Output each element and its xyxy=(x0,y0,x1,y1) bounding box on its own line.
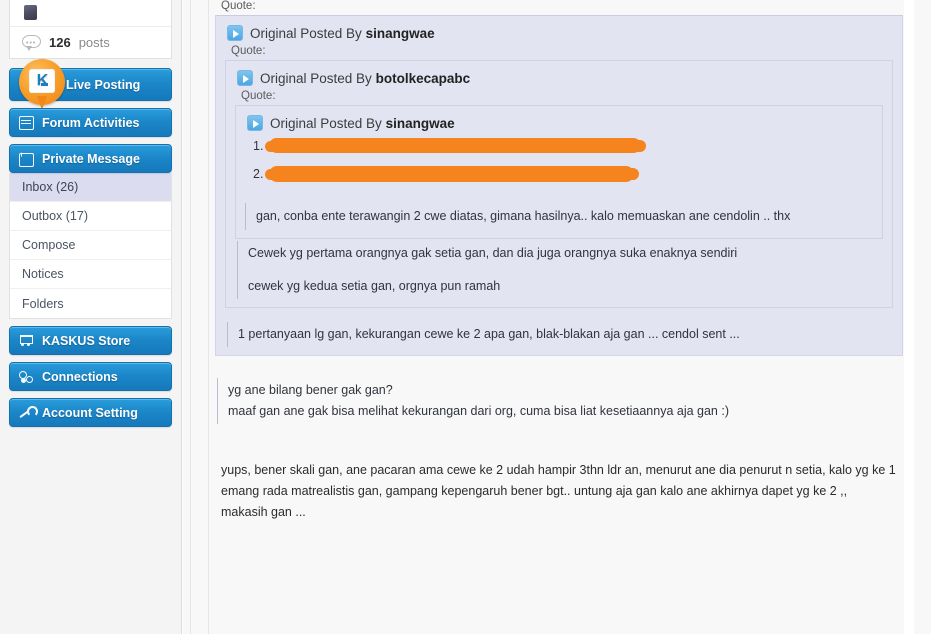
quote-level-1: Original Posted By sinangwae Quote: Orig… xyxy=(215,15,903,356)
submenu-item-compose[interactable]: Compose xyxy=(10,231,171,260)
list-item: 2. xyxy=(253,165,873,193)
quote-attribution: Original Posted By sinangwae xyxy=(250,26,435,41)
quote-author[interactable]: sinangwae xyxy=(366,26,435,41)
sidebar-item-label: Private Message xyxy=(42,151,140,166)
post-body: Quote: Original Posted By sinangwae Quot… xyxy=(215,0,903,634)
sidebar-item-label: Account Setting xyxy=(42,405,138,420)
avatar xyxy=(24,5,37,20)
submenu-item-label: Inbox (26) xyxy=(22,180,79,194)
paragraph: Cewek yg pertama orangnya gak setia gan,… xyxy=(248,246,738,260)
redacted-link-list: 1. 2. xyxy=(245,137,873,193)
quote-arrow-icon xyxy=(227,25,243,41)
content-area: Quote: Original Posted By sinangwae Quot… xyxy=(183,0,931,634)
column-divider xyxy=(904,0,914,634)
posts-label: posts xyxy=(78,35,110,50)
sidebar-item-label: KASKUS Store xyxy=(42,333,131,348)
sidebar-item-private-message[interactable]: Private Message xyxy=(9,144,172,173)
list-item: 1. xyxy=(253,137,873,165)
quote-attribution: Original Posted By botolkecapabc xyxy=(260,71,470,86)
list-number: 1. xyxy=(253,139,264,153)
column-divider xyxy=(190,0,191,634)
speech-bubble-icon: ••• xyxy=(22,35,41,51)
column-divider xyxy=(208,0,209,634)
paragraph: cewek yg kedua setia gan, orgnya pun ram… xyxy=(248,279,501,293)
cart-icon xyxy=(19,334,34,348)
wrench-icon xyxy=(19,405,38,420)
quote-prefix: Original Posted By xyxy=(260,70,372,86)
quote-level-2: Original Posted By botolkecapabc Quote: … xyxy=(225,60,893,308)
quote-level-3: Original Posted By sinangwae 1. 2. gan, … xyxy=(235,105,883,239)
quote-level-3-text: gan, conba ente terawangin 2 cwe diatas,… xyxy=(245,203,873,230)
sidebar: ••• 126 posts K Live Posting Forum Activ… xyxy=(0,0,182,634)
posts-row: ••• 126 posts xyxy=(10,27,171,58)
quote-arrow-icon xyxy=(237,70,253,86)
paragraph: maaf gan ane gak bisa melihat kekurangan… xyxy=(228,404,729,418)
quote-arrow-icon xyxy=(247,115,263,131)
sidebar-item-label: Forum Activities xyxy=(42,115,140,130)
page-root: ••• 126 posts K Live Posting Forum Activ… xyxy=(0,0,931,634)
submenu-item-label: Folders xyxy=(22,296,64,311)
quote-label: Quote: xyxy=(221,0,256,12)
calendar-icon xyxy=(19,115,34,130)
envelope-icon xyxy=(19,152,34,167)
connections-icon xyxy=(19,370,34,384)
submenu-item-folders[interactable]: Folders xyxy=(10,289,171,318)
quote-author[interactable]: sinangwae xyxy=(386,116,455,131)
quote-attribution: Original Posted By sinangwae xyxy=(270,116,455,131)
reply-post-text: yups, bener skali gan, ane pacaran ama c… xyxy=(221,463,896,519)
quote-level-1-text: 1 pertanyaan lg gan, kekurangan cewe ke … xyxy=(227,322,893,347)
sidebar-item-kaskus-store[interactable]: KASKUS Store xyxy=(9,326,172,355)
posts-count: 126 xyxy=(49,35,71,50)
quote-header: Original Posted By botolkecapabc xyxy=(235,68,883,90)
kaskus-pin-icon: K xyxy=(19,59,65,111)
sidebar-item-connections[interactable]: Connections xyxy=(9,362,172,391)
avatar-strip xyxy=(10,0,171,27)
sidebar-item-forum-activities[interactable]: Forum Activities xyxy=(9,108,172,137)
private-message-submenu: Inbox (26) Outbox (17) Compose Notices F… xyxy=(9,173,172,319)
quote-header: Original Posted By sinangwae xyxy=(245,113,873,135)
redaction-mark xyxy=(265,138,646,153)
quote-label: Quote: xyxy=(241,90,276,102)
quote-level-2-text: Cewek yg pertama orangnya gak setia gan,… xyxy=(237,241,883,299)
list-number: 2. xyxy=(253,167,264,181)
submenu-item-outbox[interactable]: Outbox (17) xyxy=(10,202,171,231)
quote-header: Original Posted By sinangwae xyxy=(225,23,893,45)
quote-author[interactable]: botolkecapabc xyxy=(376,71,471,86)
redaction-mark xyxy=(265,166,639,182)
submenu-item-label: Compose xyxy=(22,238,76,252)
quote-label: Quote: xyxy=(231,45,266,57)
sidebar-item-label: Live Posting xyxy=(66,77,141,92)
outer-quote-text: yg ane bilang bener gak gan? maaf gan an… xyxy=(217,378,903,424)
sidebar-item-label: Connections xyxy=(42,369,118,384)
submenu-item-label: Notices xyxy=(22,267,64,281)
submenu-item-label: Outbox (17) xyxy=(22,209,89,223)
sidebar-item-live-posting[interactable]: K Live Posting xyxy=(9,59,172,110)
paragraph: yg ane bilang bener gak gan? xyxy=(228,383,393,397)
quote-prefix: Original Posted By xyxy=(270,115,382,131)
profile-card: ••• 126 posts xyxy=(9,0,172,59)
submenu-item-inbox[interactable]: Inbox (26) xyxy=(10,173,171,202)
sidebar-item-account-setting[interactable]: Account Setting xyxy=(9,398,172,427)
submenu-item-notices[interactable]: Notices xyxy=(10,260,171,289)
quote-prefix: Original Posted By xyxy=(250,25,362,41)
